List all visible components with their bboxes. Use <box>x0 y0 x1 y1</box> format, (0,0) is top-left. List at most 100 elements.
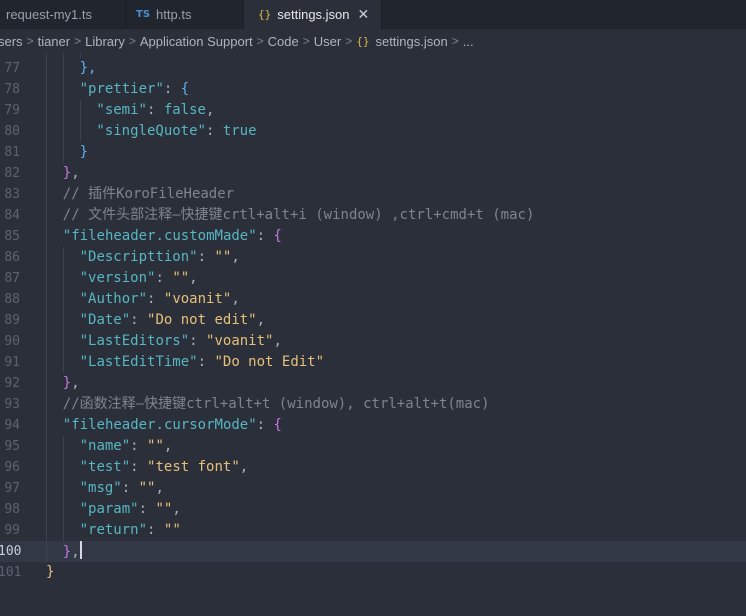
code-token: "Author" <box>79 291 148 307</box>
line-number: 100 <box>0 544 22 559</box>
chevron-right-icon: > <box>302 34 310 48</box>
code-token: : <box>163 81 181 97</box>
tab-label: http.ts <box>156 7 192 22</box>
code-token: : <box>138 501 156 517</box>
tab-http[interactable]: TS http.ts <box>126 0 244 29</box>
indent-guide <box>46 121 47 142</box>
code-line[interactable]: 98 "param": "", <box>0 499 746 520</box>
breadcrumb-item[interactable]: sers <box>0 34 23 49</box>
code-token: } <box>62 544 72 560</box>
chevron-right-icon: > <box>451 34 459 48</box>
code-token: "voanit" <box>163 291 232 307</box>
line-number: 96 <box>4 460 20 475</box>
code-line[interactable]: 81} <box>0 142 746 163</box>
indent-guide <box>46 142 47 163</box>
code-token: "return" <box>79 522 148 538</box>
code-text: }, <box>63 541 82 563</box>
breadcrumb-item[interactable]: User <box>314 34 341 49</box>
tab-settings-json[interactable]: {} settings.json ✕ <box>244 0 382 29</box>
code-token: , <box>155 480 164 496</box>
code-text: "test": "test font", <box>80 457 249 478</box>
breadcrumb-item[interactable]: settings.json <box>375 34 447 49</box>
code-line[interactable]: 89 "Date": "Do not edit", <box>0 310 746 331</box>
code-token: "prettier" <box>79 81 164 97</box>
code-line[interactable]: 100}, <box>0 541 746 562</box>
code-token: , <box>71 375 80 391</box>
code-line[interactable]: 92}, <box>0 373 746 394</box>
code-token: "" <box>214 249 232 265</box>
line-number: 94 <box>4 418 20 433</box>
indent-guide <box>62 310 64 331</box>
code-line[interactable]: 101} <box>0 562 746 583</box>
indent-guide <box>46 457 47 478</box>
code-text: "msg": "", <box>80 478 164 499</box>
indent-guide <box>46 373 47 394</box>
code-token: "test font" <box>147 459 240 475</box>
code-text: } <box>80 142 88 163</box>
code-token: : <box>189 333 207 349</box>
code-line[interactable]: 94 "fileheader.cursorMode": { <box>0 415 746 436</box>
code-line[interactable]: 90 "LastEditors": "voanit", <box>0 331 746 352</box>
indent-guide <box>46 79 47 100</box>
code-token: , <box>205 102 215 118</box>
code-token: : <box>130 438 148 454</box>
code-line[interactable]: 83 // 插件KoroFileHeader <box>0 184 746 205</box>
code-line[interactable]: 86 "Descripttion": "", <box>0 247 746 268</box>
code-token: "fileheader.customMade" <box>62 228 257 244</box>
breadcrumb-item[interactable]: Application Support <box>140 34 253 49</box>
code-token: "" <box>163 522 181 538</box>
code-line[interactable]: 95 "name": "", <box>0 436 746 457</box>
tab-request-my1[interactable]: request-my1.ts <box>0 0 126 29</box>
breadcrumb-item[interactable]: Code <box>268 34 299 49</box>
code-token: } <box>79 144 89 160</box>
code-editor[interactable]: "esrContributes": true 77}, 78 "prettier": … <box>0 53 746 616</box>
code-line[interactable]: 82}, <box>0 163 746 184</box>
indent-guide <box>62 121 64 142</box>
code-token: } <box>62 165 72 181</box>
json-file-icon: {} <box>258 8 272 21</box>
code-token: "Do not edit" <box>147 312 257 328</box>
indent-guide <box>46 520 47 541</box>
code-line[interactable]: 88 "Author": "voanit", <box>0 289 746 310</box>
indent-guide <box>46 205 47 226</box>
code-token: , <box>256 312 266 328</box>
code-token: , <box>189 270 198 286</box>
line-number: 91 <box>4 355 20 370</box>
indent-guide <box>46 100 47 121</box>
code-line[interactable]: 80 "singleQuote": true <box>0 121 746 142</box>
code-token: , <box>231 291 240 307</box>
close-tab-icon[interactable]: ✕ <box>358 6 370 23</box>
code-line[interactable]: 97 "msg": "", <box>0 478 746 499</box>
code-line[interactable]: 79 "semi": false, <box>0 100 746 121</box>
code-line[interactable]: 96 "test": "test font", <box>0 457 746 478</box>
code-token: "fileheader.cursorMode" <box>62 417 257 433</box>
code-line[interactable]: 93 //函数注释—快捷键ctrl+alt+t (window), ctrl+al… <box>0 394 746 415</box>
indent-guide <box>46 226 47 247</box>
breadcrumb-item[interactable]: Library <box>85 34 125 49</box>
indent-guide <box>46 499 47 520</box>
line-number: 82 <box>4 166 20 181</box>
code-token: // 文件头部注释—快捷键crtl+alt+i (window) ,ctrl+c… <box>62 207 535 223</box>
breadcrumb-item[interactable]: ... <box>463 34 474 49</box>
code-line[interactable]: 99 "return": "" <box>0 520 746 541</box>
code-text: "LastEditors": "voanit", <box>80 331 282 352</box>
indent-guide <box>62 268 64 289</box>
code-token: "name" <box>79 438 131 454</box>
code-token: "" <box>172 270 190 286</box>
line-number: 88 <box>4 292 20 307</box>
indent-guide <box>46 184 47 205</box>
code-line[interactable]: 85 "fileheader.customMade": { <box>0 226 746 247</box>
line-number: 84 <box>4 208 20 223</box>
code-line[interactable]: 78 "prettier": { <box>0 79 746 100</box>
code-line[interactable]: 91 "LastEditTime": "Do not Edit" <box>0 352 746 373</box>
code-line[interactable]: 87 "version": "", <box>0 268 746 289</box>
code-text: "Descripttion": "", <box>80 247 240 268</box>
breadcrumb-item[interactable]: tianer <box>38 34 71 49</box>
code-token: "msg" <box>79 480 122 496</box>
code-text: "fileheader.cursorMode": { <box>63 415 282 436</box>
code-line[interactable]: 77}, <box>0 58 746 79</box>
indent-guide <box>46 478 47 499</box>
code-line[interactable]: 84 // 文件头部注释—快捷键crtl+alt+i (window) ,ctrl… <box>0 205 746 226</box>
code-token: : <box>205 123 223 139</box>
code-token: : <box>256 417 274 433</box>
